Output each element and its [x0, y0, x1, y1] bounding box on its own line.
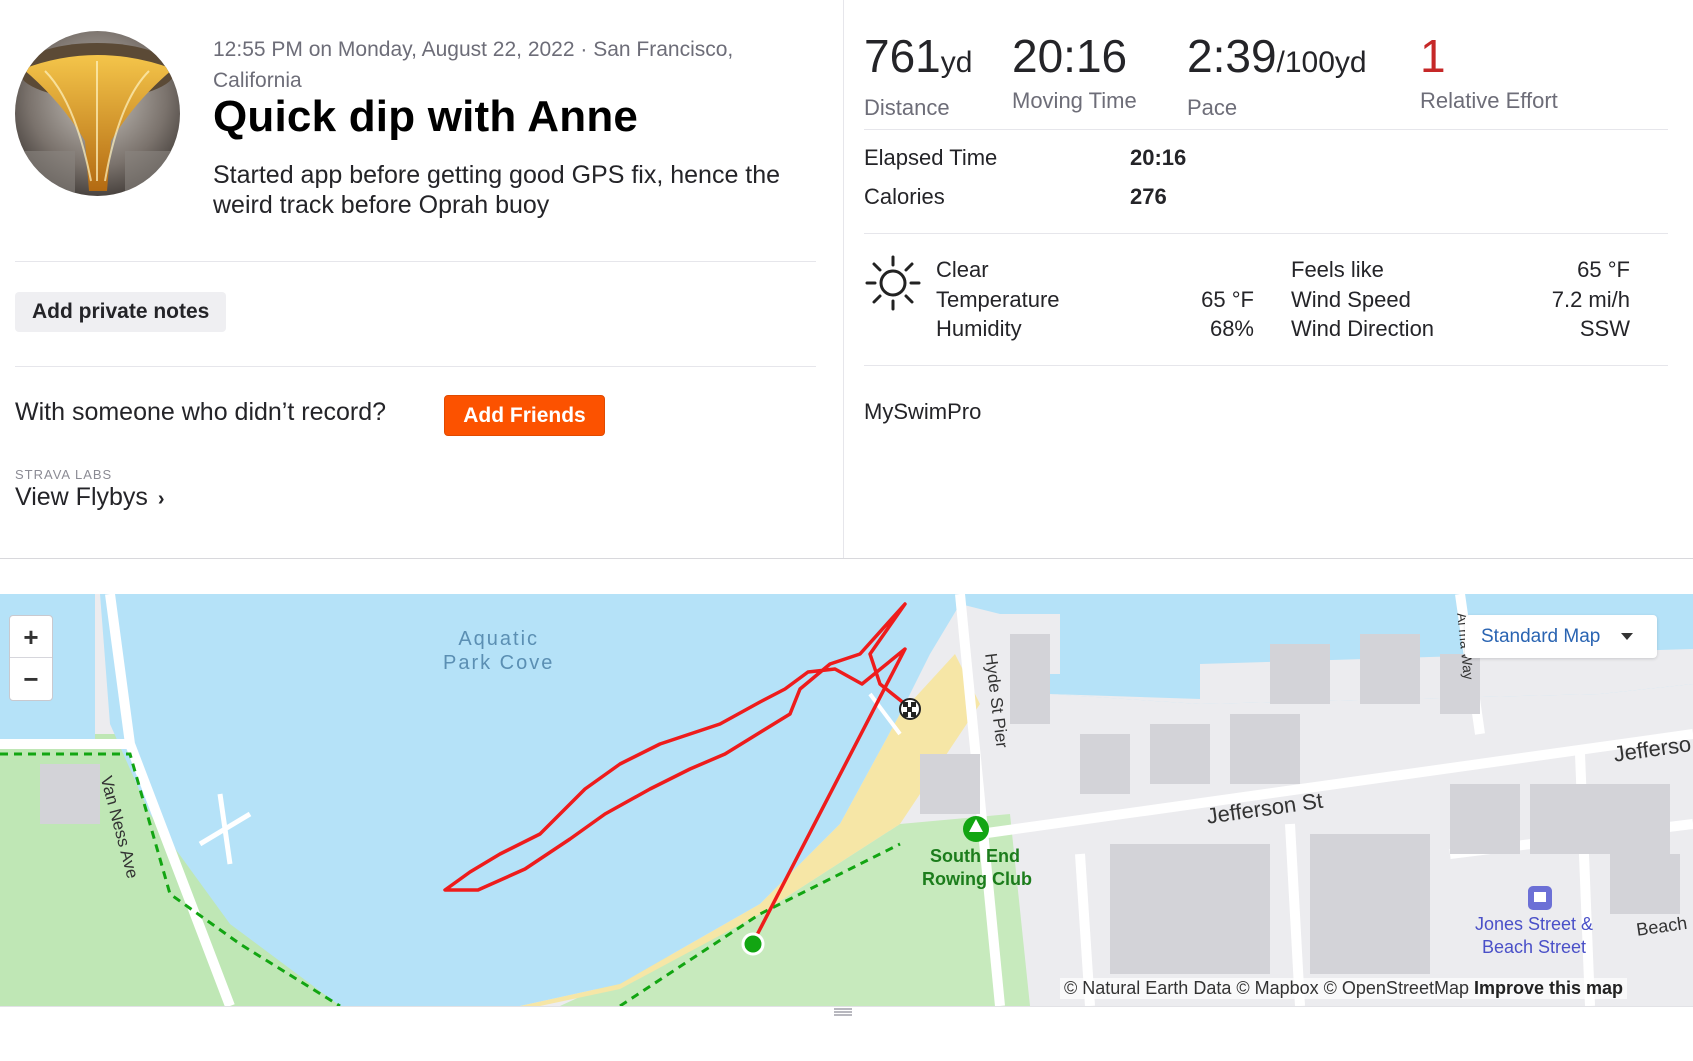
distance-unit: yd: [940, 46, 973, 79]
start-marker: [741, 932, 765, 956]
map-label-jones-2: Beach Street: [1482, 937, 1587, 957]
relative-effort-label: Relative Effort: [1420, 88, 1558, 113]
wind-direction-value: SSW: [1579, 316, 1630, 341]
calories-value: 276: [1130, 184, 1167, 209]
add-friends-button[interactable]: Add Friends: [444, 395, 605, 436]
relative-effort-value: 1: [1420, 30, 1446, 82]
feels-like-label: Feels like: [1291, 257, 1384, 282]
temperature-value: 65 °F: [1201, 287, 1254, 312]
stat-relative-effort[interactable]: 1 Relative Effort: [1420, 30, 1558, 114]
caret-down-icon: [1621, 633, 1633, 640]
map-label-jones-1: Jones Street &: [1475, 914, 1594, 934]
humidity-value: 68%: [1209, 316, 1254, 341]
improve-map-link[interactable]: Improve this map: [1474, 978, 1623, 998]
wind-direction-label: Wind Direction: [1291, 316, 1435, 341]
elapsed-time-label: Elapsed Time: [864, 145, 998, 170]
stat-moving-time: 20:16 Moving Time: [1012, 30, 1137, 114]
stat-pace: 2:39/100yd Pace: [1187, 30, 1367, 121]
add-private-notes-button[interactable]: Add private notes: [15, 292, 227, 332]
map-attribution-text[interactable]: © Natural Earth Data © Mapbox © OpenStre…: [1064, 978, 1469, 998]
divider: [15, 261, 816, 262]
with-someone-prompt: With someone who didn’t record?: [15, 398, 387, 426]
moving-time-label: Moving Time: [1012, 88, 1137, 113]
distance-label: Distance: [864, 95, 950, 120]
finish-flag-icon: [899, 698, 921, 720]
map-zoom-control: + −: [9, 615, 53, 701]
map-label-rowing-club-2: Rowing Club: [922, 869, 1032, 889]
stat-distance: 761yd Distance: [864, 30, 972, 121]
chevron-right-icon: ›: [157, 488, 165, 510]
humidity-label: Humidity: [936, 316, 1022, 341]
pace-unit: /100yd: [1276, 46, 1367, 79]
view-flybys-label: View Flybys: [15, 483, 148, 511]
moving-time-value: 20:16: [1012, 30, 1128, 82]
tree-icon: [963, 816, 989, 842]
divider: [864, 129, 1668, 130]
weather-condition: Clear: [936, 257, 989, 282]
map-style-dropdown[interactable]: Standard Map: [1465, 615, 1657, 658]
zoom-in-button[interactable]: +: [10, 616, 52, 658]
view-flybys-link[interactable]: View Flybys ›: [15, 483, 165, 512]
transit-icon: [1528, 886, 1552, 910]
distance-value: 761: [864, 30, 941, 82]
activity-description: Started app before getting good GPS fix,…: [213, 161, 781, 219]
divider: [864, 365, 1668, 366]
map-attribution: © Natural Earth Data © Mapbox © OpenStre…: [1060, 978, 1628, 999]
calories-label: Calories: [864, 184, 945, 209]
divider: [864, 233, 1668, 234]
pace-label: Pace: [1187, 95, 1238, 120]
activity-date-location: 12:55 PM on Monday, August 22, 2022 · Sa…: [213, 38, 734, 92]
avatar[interactable]: [15, 31, 180, 196]
feels-like-value: 65 °F: [1577, 257, 1630, 282]
map-style-label: Standard Map: [1481, 626, 1601, 647]
strava-labs-label: STRAVA LABS: [15, 467, 113, 482]
activity-title: Quick dip with Anne: [213, 92, 639, 141]
resize-grip-icon[interactable]: [834, 1008, 852, 1016]
section-divider: [0, 558, 1693, 594]
wind-speed-value: 7.2 mi/h: [1551, 287, 1630, 312]
zoom-out-button[interactable]: −: [10, 658, 52, 700]
elapsed-time-value: 20:16: [1130, 145, 1187, 170]
recording-device: MySwimPro: [864, 399, 982, 424]
temperature-label: Temperature: [936, 287, 1060, 312]
sun-icon: [865, 255, 921, 311]
divider: [15, 366, 816, 367]
wind-speed-label: Wind Speed: [1291, 287, 1411, 312]
map-canvas[interactable]: [0, 594, 1693, 1006]
pace-value: 2:39: [1187, 30, 1277, 82]
activity-map[interactable]: Aquatic Park Cove Van Ness Ave Hyde St P…: [0, 594, 1693, 1006]
map-label-cove: Aquatic Park Cove: [443, 628, 555, 674]
map-label-rowing-club-1: South End: [930, 846, 1020, 866]
activity-summary-panel: 12:55 PM on Monday, August 22, 2022 · Sa…: [0, 0, 844, 558]
